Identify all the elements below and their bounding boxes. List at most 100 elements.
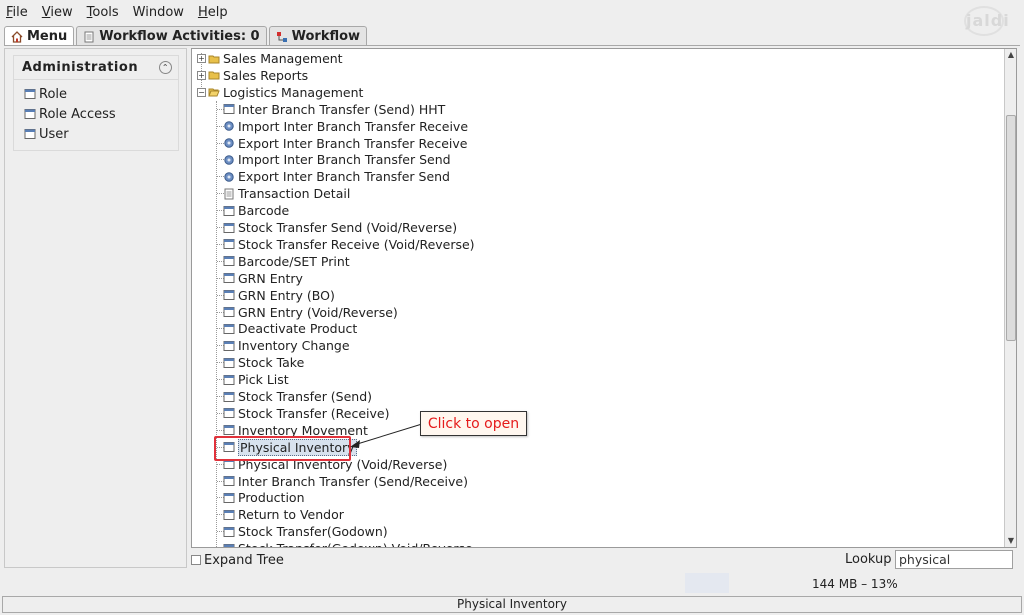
window-icon — [223, 374, 235, 385]
tree-item-label: Import Inter Branch Transfer Send — [238, 152, 451, 168]
window-icon — [223, 290, 235, 301]
window-icon — [223, 307, 235, 317]
tree-item[interactable]: GRN Entry (BO) — [223, 287, 335, 304]
tree-item-label: Import Inter Branch Transfer Receive — [238, 118, 469, 134]
admin-item-role[interactable]: Role — [24, 84, 178, 104]
report-icon — [224, 188, 234, 200]
expand-tree-label: Expand Tree — [204, 552, 284, 568]
tree-item-label: GRN Entry (BO) — [238, 287, 335, 303]
collapse-up-icon[interactable]: ⌃ — [159, 61, 172, 74]
window-icon — [223, 509, 235, 520]
tree-node-label: Sales Reports — [223, 67, 309, 83]
window-icon — [223, 408, 235, 419]
lookup-label: Lookup — [845, 552, 892, 567]
status-bar: Physical Inventory — [2, 596, 1022, 613]
admin-item-user-label: User — [39, 126, 69, 142]
tree-item[interactable]: Export Inter Branch Transfer Send — [223, 168, 450, 185]
tree-item-label: Barcode — [238, 203, 290, 219]
left-panel: Administration ⌃ Role Role Access User — [4, 48, 187, 568]
tree-item[interactable]: Export Inter Branch Transfer Receive — [223, 135, 467, 152]
tree-item[interactable]: Stock Transfer Receive (Void/Reverse) — [223, 236, 475, 253]
tree-item[interactable]: Stock Transfer(Godown) — [223, 523, 388, 540]
tree-item[interactable]: Barcode/SET Print — [223, 253, 350, 270]
menu-window-label: Window — [132, 4, 184, 20]
lookup-input[interactable] — [895, 550, 1013, 569]
tree-item[interactable]: Return to Vendor — [223, 506, 344, 523]
status-message: Physical Inventory — [457, 597, 567, 611]
tab-workflow[interactable]: Workflow — [268, 26, 368, 46]
highlight-box — [214, 436, 351, 461]
app-logo: jaldi — [964, 6, 1009, 36]
tree-node-label: Sales Management — [223, 51, 343, 66]
tree-item-label: Stock Transfer(Godown) Void/Reverse — [238, 541, 473, 547]
admin-item-role-access[interactable]: Role Access — [24, 104, 178, 124]
window-icon — [223, 340, 235, 351]
tree-item[interactable]: Barcode — [223, 202, 289, 219]
tab-menu[interactable]: Menu — [4, 26, 75, 46]
expand-tree-checkbox[interactable] — [191, 555, 201, 565]
vertical-scrollbar[interactable]: ▲ ▼ — [1004, 49, 1016, 547]
menu-bar: File View Tools Window Help — [0, 0, 1024, 24]
window-icon — [223, 476, 235, 486]
admin-item-role-label: Role — [39, 86, 68, 102]
window-icon — [223, 492, 235, 503]
tree-item-label: GRN Entry (Void/Reverse) — [238, 304, 398, 320]
tree-node[interactable]: Logistics Management — [208, 84, 363, 101]
window-icon — [24, 89, 36, 99]
tree-item-label: Barcode/SET Print — [238, 253, 350, 269]
folder-icon — [208, 55, 220, 63]
window-icon — [223, 239, 235, 250]
tab-workflow-activities[interactable]: Workflow Activities: 0 — [76, 26, 267, 46]
tree-item-label: Pick List — [238, 372, 289, 388]
menu-help[interactable]: Help — [198, 5, 228, 20]
scroll-thumb[interactable] — [1006, 115, 1016, 341]
tab-menu-label: Menu — [27, 29, 68, 44]
tree-item[interactable]: Inventory Change — [223, 337, 350, 354]
tree-item[interactable]: Inter Branch Transfer (Send/Receive) — [223, 473, 468, 490]
folder-icon — [208, 71, 220, 80]
folder-open-icon — [208, 88, 220, 97]
tree-item[interactable]: GRN Entry (Void/Reverse) — [223, 304, 398, 321]
tree-item-label: Stock Transfer(Godown) — [238, 524, 388, 540]
tree-item[interactable]: Stock Transfer(Godown) Void/Reverse — [223, 540, 473, 547]
tree-item-label: Stock Take — [238, 355, 305, 371]
window-icon — [223, 425, 235, 436]
menu-help-mnemonic: H — [197, 4, 208, 20]
tree-item[interactable]: Stock Take — [223, 354, 304, 371]
callout-label: Click to open — [420, 411, 527, 436]
menu-file[interactable]: File — [6, 5, 28, 20]
collapse-node-icon[interactable]: − — [197, 87, 206, 97]
tree-item[interactable]: Stock Transfer (Send) — [223, 388, 372, 405]
scroll-down-icon[interactable]: ▼ — [1005, 535, 1016, 547]
window-icon — [223, 273, 235, 284]
window-icon — [223, 222, 235, 233]
tree-item[interactable]: Import Inter Branch Transfer Send — [223, 151, 451, 168]
menu-view[interactable]: View — [42, 5, 73, 20]
window-icon — [223, 205, 235, 216]
window-icon — [223, 391, 235, 402]
tree-item[interactable]: Production — [223, 489, 305, 506]
tree-item[interactable]: Pick List — [223, 371, 289, 388]
menu-tools[interactable]: Tools — [87, 5, 119, 20]
tree-item[interactable]: Stock Transfer Send (Void/Reverse) — [223, 219, 457, 236]
expand-node-icon[interactable]: + — [197, 70, 206, 80]
expand-node-icon[interactable]: + — [197, 54, 206, 63]
tree-item[interactable]: Transaction Detail — [223, 185, 350, 202]
menu-window[interactable]: Window — [133, 5, 184, 20]
tree-item[interactable]: Import Inter Branch Transfer Receive — [223, 118, 468, 135]
tree-item[interactable]: Deactivate Product — [223, 320, 357, 337]
workflow-icon — [276, 31, 287, 42]
gear-icon — [224, 121, 234, 131]
administration-header[interactable]: Administration ⌃ — [14, 56, 178, 80]
memory-usage: 144 MB – 13% — [812, 577, 898, 591]
tree-item[interactable]: GRN Entry — [223, 270, 303, 287]
window-icon — [223, 256, 235, 267]
scroll-up-icon[interactable]: ▲ — [1005, 49, 1016, 61]
menu-tools-label: ools — [92, 4, 119, 20]
tree-item[interactable]: Inter Branch Transfer (Send) HHT — [223, 101, 445, 118]
tab-divider — [4, 45, 1020, 46]
tree-node[interactable]: Sales Management — [208, 50, 343, 67]
admin-item-user[interactable]: User — [24, 124, 178, 144]
administration-title: Administration — [22, 60, 139, 75]
tree-node[interactable]: Sales Reports — [208, 67, 308, 84]
